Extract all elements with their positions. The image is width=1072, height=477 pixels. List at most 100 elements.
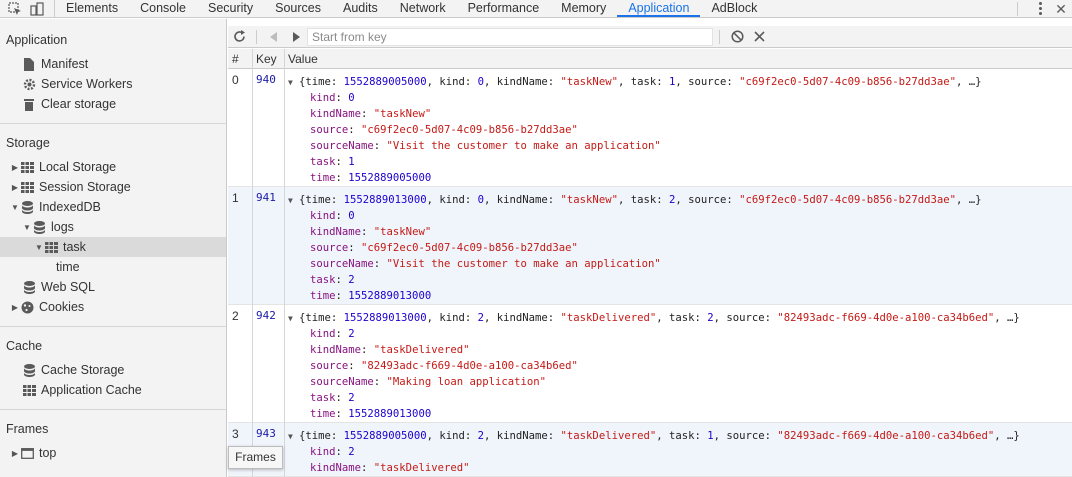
- summary-part: {time:: [299, 312, 344, 324]
- column-header-key[interactable]: Key: [252, 49, 277, 69]
- next-page-icon[interactable]: [285, 27, 307, 47]
- tab-application[interactable]: Application: [617, 0, 701, 17]
- column-header-value[interactable]: Value: [284, 49, 318, 69]
- sidebar-item-clear-storage[interactable]: Clear storage: [0, 94, 226, 114]
- summary-part: 1552889005000: [343, 430, 427, 442]
- clear-object-store-icon[interactable]: [726, 27, 748, 47]
- table-row[interactable]: 1 941 ▼ {time: 1552889013000, kind: 0, kind…: [228, 187, 1072, 305]
- collapse-arrow-icon[interactable]: ▼: [34, 243, 44, 252]
- section-title-storage: Storage: [6, 136, 50, 150]
- expand-arrow-icon[interactable]: ▶: [10, 183, 20, 192]
- object-summary[interactable]: ▼ {time: 1552889013000, kind: 2, kindName…: [288, 310, 1020, 326]
- refresh-icon[interactable]: [228, 27, 250, 47]
- toolbar-icons: [0, 0, 55, 17]
- tab-memory[interactable]: Memory: [550, 0, 617, 17]
- delete-selected-icon[interactable]: [748, 27, 770, 47]
- table-row[interactable]: 0 940 ▼ {time: 1552889005000, kind: 0, kind…: [228, 69, 1072, 187]
- collapse-arrow-icon[interactable]: ▼: [22, 223, 32, 232]
- summary-part: , task:: [617, 194, 669, 206]
- object-summary[interactable]: ▼ {time: 1552889005000, kind: 2, kindName…: [288, 428, 1020, 444]
- summary-part: , kind:: [426, 430, 478, 442]
- previous-page-icon[interactable]: [263, 27, 285, 47]
- property-separator: :: [335, 392, 349, 404]
- property-value: 1552889005000: [348, 172, 432, 184]
- tab-sources[interactable]: Sources: [264, 0, 332, 17]
- sidebar-item-cache-storage[interactable]: Cache Storage: [0, 360, 226, 380]
- expand-arrow-icon[interactable]: ▶: [10, 163, 20, 172]
- tabbar-right-controls: ✕: [1017, 0, 1072, 17]
- grid-table-icon: [20, 180, 34, 194]
- property-separator: :: [335, 172, 349, 184]
- sidebar-item-web-sql[interactable]: Web SQL: [0, 277, 226, 297]
- collapse-arrow-icon[interactable]: ▼: [288, 75, 299, 91]
- object-property: sourceName: "Making loan application": [288, 374, 1020, 390]
- tab-console[interactable]: Console: [129, 0, 197, 17]
- object-property: source: "82493adc-f669-4d0e-a100-ca34b6e…: [288, 358, 1020, 374]
- row-value: ▼ {time: 1552889005000, kind: 2 , kindName…: [288, 428, 1020, 476]
- more-options-icon[interactable]: [1030, 1, 1050, 17]
- tab-performance[interactable]: Performance: [457, 0, 551, 17]
- sidebar-item-label: logs: [51, 220, 74, 234]
- property-separator: :: [373, 376, 387, 388]
- document-icon: [22, 57, 36, 71]
- row-value: ▼ {time: 1552889013000, kind: 2, kindName…: [288, 310, 1020, 422]
- collapse-arrow-icon[interactable]: ▼: [10, 203, 20, 212]
- sidebar-item-top-frame[interactable]: ▶ top: [0, 443, 226, 463]
- sidebar-item-time-index[interactable]: time: [0, 257, 226, 277]
- object-summary[interactable]: ▼ {time: 1552889005000, kind: 0, kindName…: [288, 74, 982, 90]
- object-property: sourceName: "Visit the customer to make …: [288, 138, 982, 154]
- row-index: 1: [232, 191, 239, 205]
- property-name: kind: [310, 92, 336, 104]
- sidebar-item-task-store[interactable]: ▼ task: [0, 237, 226, 257]
- close-devtools-icon[interactable]: ✕: [1050, 1, 1072, 17]
- sidebar-item-application-cache[interactable]: Application Cache: [0, 380, 226, 400]
- frames-tooltip: Frames: [228, 446, 283, 469]
- object-property: kind: 2: [288, 444, 1020, 460]
- sidebar-item-local-storage[interactable]: ▶ Local Storage: [0, 157, 226, 177]
- property-separator: :: [361, 462, 374, 474]
- sidebar-item-indexeddb[interactable]: ▼ IndexedDB: [0, 197, 226, 217]
- sidebar-item-cookies[interactable]: ▶ Cookies: [0, 297, 226, 317]
- sidebar-item-session-storage[interactable]: ▶ Session Storage: [0, 177, 226, 197]
- divider: [719, 29, 720, 44]
- column-divider: [252, 49, 253, 477]
- collapse-arrow-icon[interactable]: ▼: [288, 429, 299, 445]
- expand-arrow-icon[interactable]: ▶: [10, 303, 20, 312]
- row-index: 0: [232, 73, 239, 87]
- object-property: sourceName: "Visit the customer to make …: [288, 256, 982, 272]
- property-value: 2: [348, 328, 355, 340]
- collapse-arrow-icon[interactable]: ▼: [288, 311, 299, 327]
- property-separator: :: [361, 226, 374, 238]
- property-value: 2: [348, 446, 355, 458]
- sidebar-item-label: Cookies: [39, 300, 85, 314]
- sidebar-item-service-workers[interactable]: Service Workers: [0, 74, 226, 94]
- collapse-arrow-icon[interactable]: ▼: [288, 193, 299, 209]
- object-summary[interactable]: ▼ {time: 1552889013000, kind: 0, kindName…: [288, 192, 982, 208]
- section-divider: [0, 123, 226, 124]
- start-from-key-input[interactable]: [307, 27, 713, 46]
- panel-tabs: Elements Console Security Sources Audits Netw…: [55, 0, 768, 17]
- property-name: time: [310, 290, 336, 302]
- sidebar-item-logs-database[interactable]: ▼ logs: [0, 217, 226, 237]
- inspect-element-icon[interactable]: [8, 1, 22, 16]
- sidebar-item-manifest[interactable]: Manifest: [0, 54, 226, 74]
- column-header-index[interactable]: #: [228, 49, 239, 69]
- property-name: source: [310, 360, 349, 372]
- summary-part: "c69f2ec0-5d07-4c09-b856-b27dd3ae": [739, 194, 957, 206]
- table-row[interactable]: 3 943 ▼ {time: 1552889005000, kind: 2 , kind…: [228, 423, 1072, 477]
- divider: [256, 29, 257, 44]
- summary-part: , …}: [994, 312, 1020, 324]
- property-value: 2: [348, 274, 355, 286]
- tab-elements[interactable]: Elements: [55, 0, 129, 17]
- grid-table-icon: [20, 160, 34, 174]
- tab-audits[interactable]: Audits: [332, 0, 389, 17]
- tab-security[interactable]: Security: [197, 0, 264, 17]
- tab-network[interactable]: Network: [389, 0, 457, 17]
- summary-part: , kind:: [426, 76, 478, 88]
- device-toolbar-icon[interactable]: [30, 1, 44, 16]
- tab-adblock[interactable]: AdBlock: [700, 0, 768, 17]
- sidebar-item-label: task: [63, 240, 86, 254]
- expand-arrow-icon[interactable]: ▶: [10, 449, 20, 458]
- table-row[interactable]: 2 942 ▼ {time: 1552889013000, kind: 2, kind…: [228, 305, 1072, 423]
- summary-part: {time:: [299, 76, 344, 88]
